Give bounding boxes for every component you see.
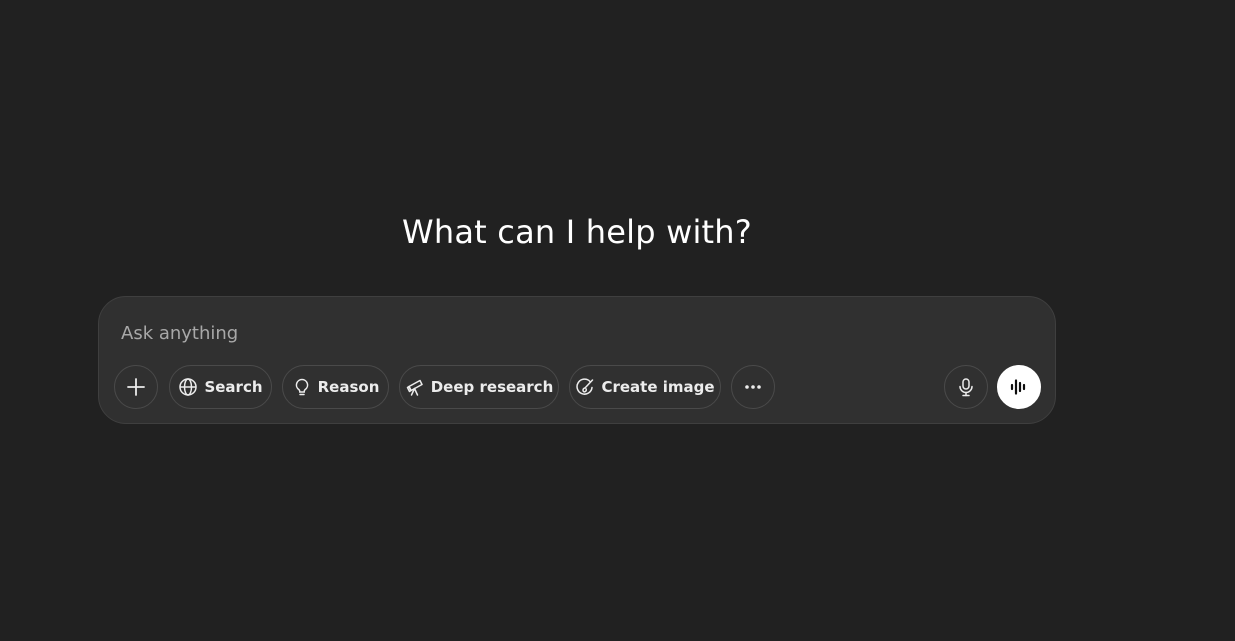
- deep-research-button[interactable]: Deep research: [399, 365, 559, 409]
- composer-toolbar: Search Reason Deep research Create image: [114, 365, 1041, 411]
- dictate-button[interactable]: [944, 365, 988, 409]
- paintbrush-icon: [575, 377, 595, 397]
- voice-mode-button[interactable]: [997, 365, 1041, 409]
- chat-home-page: What can I help with? Ask anything Searc…: [0, 0, 1235, 641]
- globe-icon: [178, 377, 198, 397]
- more-tools-button[interactable]: [731, 365, 775, 409]
- telescope-icon: [405, 377, 425, 397]
- prompt-composer: Search Reason: [98, 296, 1056, 424]
- deep-research-button-label: Deep research: [430, 378, 554, 396]
- search-button[interactable]: Search: [169, 365, 272, 409]
- create-image-button[interactable]: Create image: [569, 365, 721, 409]
- reason-button-label: Reason: [317, 378, 380, 396]
- reason-button[interactable]: Reason: [282, 365, 389, 409]
- page-title: What can I help with?: [402, 213, 752, 251]
- more-horizontal-icon: [743, 377, 763, 397]
- microphone-icon: [956, 377, 976, 397]
- lightbulb-icon: [292, 377, 312, 397]
- attach-button[interactable]: [114, 365, 158, 409]
- voice-waveform-icon: [1009, 377, 1029, 397]
- plus-icon: [126, 377, 146, 397]
- create-image-button-label: Create image: [601, 378, 715, 396]
- search-button-label: Search: [204, 378, 263, 396]
- prompt-input[interactable]: [121, 319, 1001, 347]
